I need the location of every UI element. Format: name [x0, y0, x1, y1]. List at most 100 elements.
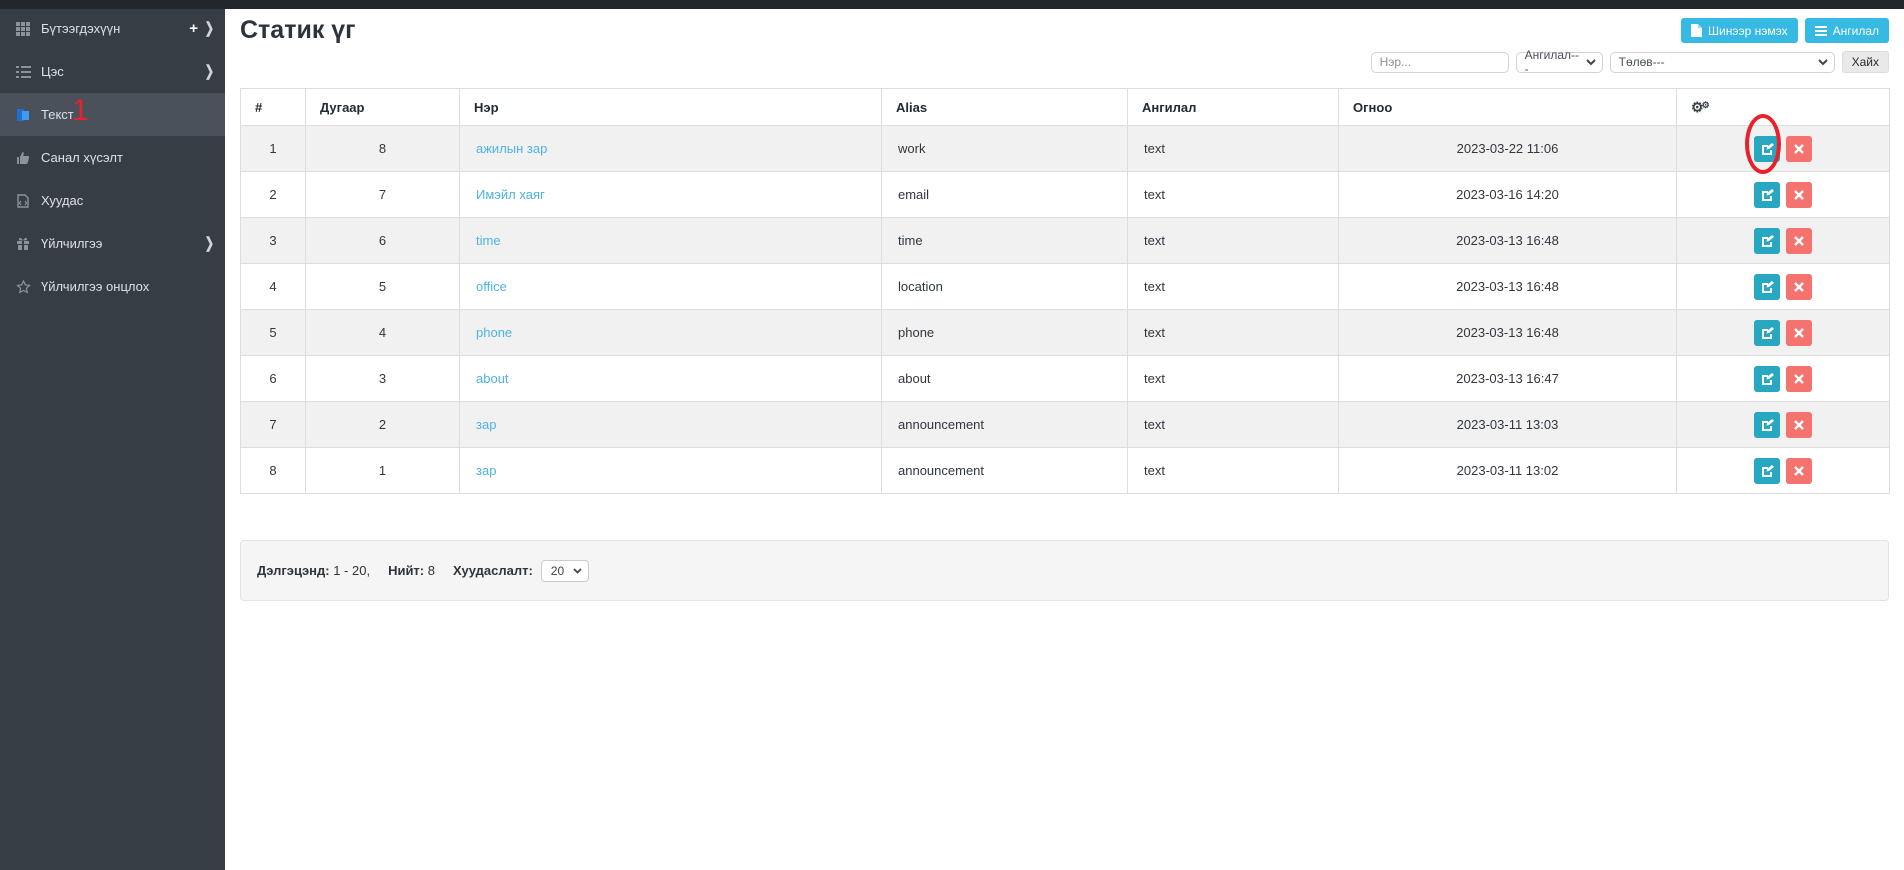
delete-button[interactable]: [1786, 181, 1812, 208]
chevron-right-icon: ❯: [204, 64, 214, 81]
name-filter-input[interactable]: [1370, 51, 1509, 73]
row-actions: [1678, 273, 1889, 300]
edit-button[interactable]: [1754, 273, 1780, 300]
edit-button[interactable]: [1754, 457, 1780, 484]
cell-num: 1: [240, 125, 306, 172]
category-filter-value: Ангилал---: [1524, 48, 1579, 76]
sidebar-item-pages[interactable]: Хуудас: [0, 179, 225, 222]
row-name-link[interactable]: time: [476, 233, 501, 248]
per-page-select[interactable]: 20: [540, 559, 589, 582]
cell-order: 8: [305, 125, 460, 172]
delete-button[interactable]: [1786, 319, 1812, 346]
row-actions: [1678, 227, 1889, 254]
list-icon: [1814, 25, 1827, 36]
cell-category: text: [1127, 217, 1339, 264]
pagination-bar: Дэлгэцэнд: 1 - 20, Нийт: 8 Хуудаслалт: 2…: [240, 540, 1889, 601]
edit-button[interactable]: [1754, 365, 1780, 392]
sidebar-item-label: Үйлчилгээ: [41, 236, 103, 251]
cell-alias: location: [881, 263, 1128, 310]
delete-button[interactable]: [1786, 411, 1812, 438]
cell-num: 5: [240, 309, 306, 356]
cell-alias: phone: [881, 309, 1128, 356]
cell-date: 2023-03-13 16:48: [1338, 263, 1677, 310]
cell-date: 2023-03-11 13:02: [1338, 447, 1677, 494]
sidebar-item-label: Хуудас: [41, 193, 84, 208]
delete-button[interactable]: [1786, 273, 1812, 300]
row-name-link[interactable]: about: [476, 371, 509, 386]
table-row: 2 7 Имэйл хаяг email text 2023-03-16 14:…: [240, 171, 1890, 218]
pagination-range-value: 1 - 20,: [333, 563, 371, 578]
delete-button[interactable]: [1786, 227, 1812, 254]
sidebar-item-feedback[interactable]: Санал хүсэлт: [0, 136, 225, 179]
sidebar-item-label: Үйлчилгээ онцлох: [41, 279, 150, 294]
edit-button[interactable]: [1754, 135, 1780, 162]
table-row: 8 1 зар announcement text 2023-03-11 13:…: [240, 447, 1890, 494]
page-title: Статик үг: [240, 16, 356, 44]
sidebar-item-label: Текст: [41, 107, 74, 122]
per-page-value: 20: [550, 563, 565, 578]
cell-order: 5: [305, 263, 460, 310]
sidebar-item-products[interactable]: Бүтээгдэхүүн + ❯: [0, 7, 225, 50]
cell-order: 2: [305, 401, 460, 448]
file-icon: [1691, 24, 1703, 37]
row-actions: [1678, 135, 1889, 162]
cell-order: 3: [305, 355, 460, 402]
row-name-link[interactable]: phone: [476, 325, 512, 340]
sidebar-item-label: Цэс: [41, 64, 64, 79]
pagination-total-label: Нийт:: [388, 563, 425, 578]
column-header-actions: ⚙⚙: [1676, 88, 1890, 126]
delete-button[interactable]: [1786, 365, 1812, 392]
cell-date: 2023-03-13 16:48: [1338, 217, 1677, 264]
category-button[interactable]: Ангилал: [1804, 18, 1889, 43]
cell-date: 2023-03-16 14:20: [1338, 171, 1677, 218]
column-header-name: Нэр: [459, 88, 882, 126]
chevron-right-icon: ❯: [204, 21, 214, 38]
grid-icon: [14, 21, 32, 36]
cogs-icon: ⚙⚙: [1691, 98, 1710, 115]
cell-num: 7: [240, 401, 306, 448]
cell-num: 6: [240, 355, 306, 402]
edit-button[interactable]: [1754, 411, 1780, 438]
cell-date: 2023-03-13 16:48: [1338, 309, 1677, 356]
edit-button[interactable]: [1754, 227, 1780, 254]
category-filter-select[interactable]: Ангилал---: [1515, 48, 1603, 76]
main-content: Статик үг Шинээр нэмэх Ангилал Ангилал--…: [225, 0, 1904, 870]
sidebar-item-text[interactable]: Текст: [0, 93, 225, 136]
row-actions: [1678, 181, 1889, 208]
row-name-link[interactable]: зар: [476, 463, 496, 478]
pagination-total-value: 8: [427, 563, 435, 578]
row-name-link[interactable]: Имэйл хаяг: [476, 187, 545, 202]
column-header-alias: Alias: [881, 88, 1128, 126]
per-page-label: Хуудаслалт:: [453, 563, 533, 578]
gift-icon: [14, 236, 32, 251]
edit-button[interactable]: [1754, 319, 1780, 346]
table-row: 7 2 зар announcement text 2023-03-11 13:…: [240, 401, 1890, 448]
cell-date: 2023-03-11 13:03: [1338, 401, 1677, 448]
add-new-button[interactable]: Шинээр нэмэх: [1681, 18, 1798, 43]
cell-order: 6: [305, 217, 460, 264]
row-name-link[interactable]: ажилын зар: [476, 141, 547, 156]
cell-category: text: [1127, 447, 1339, 494]
row-name-link[interactable]: office: [476, 279, 507, 294]
cell-category: text: [1127, 309, 1339, 356]
category-button-label: Ангилал: [1832, 23, 1879, 38]
status-filter-select[interactable]: Төлөв---: [1609, 51, 1835, 73]
add-icon[interactable]: +: [189, 21, 198, 36]
search-button[interactable]: Хайх: [1841, 51, 1889, 73]
sidebar-item-menu[interactable]: Цэс ❯: [0, 50, 225, 93]
delete-button[interactable]: [1786, 135, 1812, 162]
table-row: 6 3 about about text 2023-03-13 16:47: [240, 355, 1890, 402]
cell-alias: work: [881, 125, 1128, 172]
table-row: 1 8 ажилын зар work text 2023-03-22 11:0…: [240, 125, 1890, 172]
status-filter-value: Төлөв---: [1618, 55, 1665, 69]
sidebar-item-services[interactable]: Үйлчилгээ ❯: [0, 222, 225, 265]
delete-button[interactable]: [1786, 457, 1812, 484]
cell-num: 8: [240, 447, 306, 494]
table-row: 4 5 office location text 2023-03-13 16:4…: [240, 263, 1890, 310]
table-row: 3 6 time time text 2023-03-13 16:48: [240, 217, 1890, 264]
cell-num: 2: [240, 171, 306, 218]
sidebar-item-featured-services[interactable]: Үйлчилгээ онцлох: [0, 265, 225, 308]
row-name-link[interactable]: зар: [476, 417, 496, 432]
cell-order: 4: [305, 309, 460, 356]
edit-button[interactable]: [1754, 181, 1780, 208]
